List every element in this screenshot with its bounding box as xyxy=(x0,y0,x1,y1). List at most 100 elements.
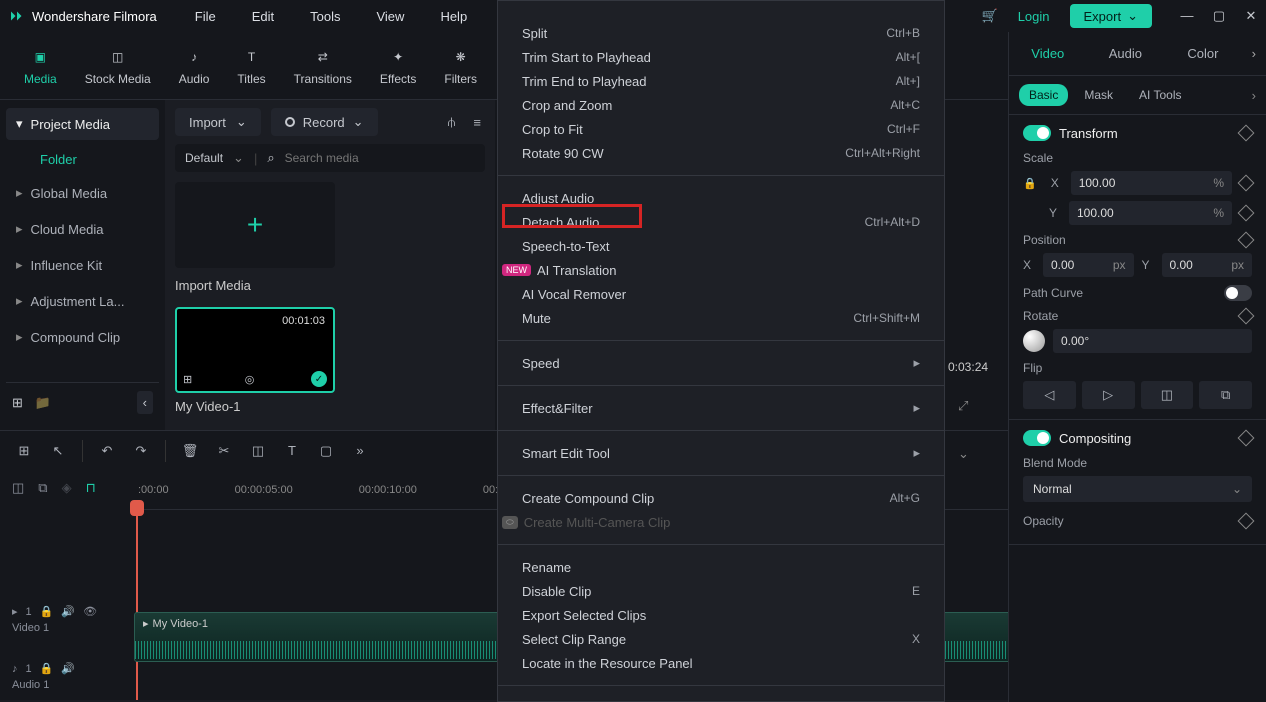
more-tools-icon[interactable]: » xyxy=(350,443,370,458)
sidebar-header[interactable]: ▾Project Media xyxy=(6,108,159,140)
rsubtab-mask[interactable]: Mask xyxy=(1074,84,1123,106)
tab-stock-media[interactable]: ◫Stock Media xyxy=(71,40,165,92)
ctx-snapping[interactable]: ✓Enable Timeline SnappingN xyxy=(498,696,944,702)
crop-icon[interactable]: ◫ xyxy=(248,443,268,459)
ctx-trim-end[interactable]: Trim End to PlayheadAlt+] xyxy=(498,69,944,93)
rotate-knob[interactable] xyxy=(1023,330,1045,352)
audio-track-row[interactable]: ♪1 🔒 🔊 xyxy=(0,648,130,679)
sidebar-item-compound-clip[interactable]: ▸Compound Clip xyxy=(6,319,159,355)
sidebar-item-cloud-media[interactable]: ▸Cloud Media xyxy=(6,211,159,247)
ctx-disable-clip[interactable]: Disable ClipE xyxy=(498,579,944,603)
path-curve-toggle[interactable] xyxy=(1224,285,1252,301)
video-track-row[interactable]: ▸1 🔒 🔊 👁 xyxy=(0,591,130,622)
tab-transitions[interactable]: ⇄Transitions xyxy=(280,40,366,92)
keyframe-icon[interactable] xyxy=(1238,232,1255,249)
menu-view[interactable]: View xyxy=(368,5,412,28)
pos-x-input[interactable]: 0.00px xyxy=(1043,253,1134,277)
pos-y-input[interactable]: 0.00px xyxy=(1162,253,1253,277)
ctx-speed[interactable]: Speed▸ xyxy=(498,351,944,375)
maximize-icon[interactable]: ▢ xyxy=(1212,8,1226,24)
ctx-crop-fit[interactable]: Crop to FitCtrl+F xyxy=(498,117,944,141)
export-button[interactable]: Export⌄ xyxy=(1070,4,1152,28)
sidebar-item-global-media[interactable]: ▸Global Media xyxy=(6,175,159,211)
link-icon[interactable]: 🔒 xyxy=(1023,177,1037,190)
menu-tools[interactable]: Tools xyxy=(302,5,348,28)
keyframe-icon[interactable] xyxy=(1238,125,1255,142)
ctx-rotate-90[interactable]: Rotate 90 CWCtrl+Alt+Right xyxy=(498,141,944,165)
rtab-color[interactable]: Color xyxy=(1164,34,1242,73)
keyframe-icon[interactable] xyxy=(1238,175,1255,192)
close-icon[interactable]: ✕ xyxy=(1244,8,1258,24)
tab-filters[interactable]: ❋Filters xyxy=(430,40,491,92)
scale-y-input[interactable]: 100.00% xyxy=(1069,201,1232,225)
ctx-mute[interactable]: MuteCtrl+Shift+M xyxy=(498,306,944,330)
ctx-crop-zoom[interactable]: Crop and ZoomAlt+C xyxy=(498,93,944,117)
chevron-down-icon[interactable]: ⌄ xyxy=(958,446,969,462)
lock-icon[interactable]: 🔒 xyxy=(40,662,54,675)
record-button[interactable]: Record⌄ xyxy=(271,108,378,136)
sidebar-item-influence-kit[interactable]: ▸Influence Kit xyxy=(6,247,159,283)
ctx-effect-filter[interactable]: Effect&Filter▸ xyxy=(498,396,944,420)
delete-icon[interactable]: 🗑 xyxy=(180,443,200,459)
sort-button[interactable]: Default xyxy=(185,151,223,165)
compositing-toggle[interactable] xyxy=(1023,430,1051,446)
media-clip[interactable]: 00:01:03 ⊞ ◎ ✓ xyxy=(175,307,335,393)
text-icon[interactable]: T xyxy=(282,443,302,458)
sidebar-item-adjustment-layer[interactable]: ▸Adjustment La... xyxy=(6,283,159,319)
sidebar-folder[interactable]: Folder xyxy=(6,140,159,175)
rotate-input[interactable]: 0.00° xyxy=(1053,329,1252,353)
volume-icon[interactable]: 🔊 xyxy=(61,605,75,618)
split-icon[interactable]: ✂ xyxy=(214,443,234,459)
ctx-adjust-audio[interactable]: Adjust Audio xyxy=(498,186,944,210)
ctx-speech-to-text[interactable]: Speech-to-Text xyxy=(498,234,944,258)
flip-h-button[interactable]: ◁ xyxy=(1023,381,1076,409)
menu-file[interactable]: File xyxy=(187,5,224,28)
ctx-select-range[interactable]: Select Clip RangeX xyxy=(498,627,944,651)
playhead[interactable] xyxy=(136,510,138,700)
keyframe-icon[interactable] xyxy=(1238,430,1255,447)
new-folder-icon[interactable]: ⊞ xyxy=(12,395,23,411)
ctx-detach-audio[interactable]: Detach AudioCtrl+Alt+D xyxy=(498,210,944,234)
import-button[interactable]: Import⌄ xyxy=(175,108,261,136)
tab-audio[interactable]: ♪Audio xyxy=(165,40,224,92)
volume-icon[interactable]: 🔊 xyxy=(61,662,75,675)
ctx-smart-edit[interactable]: Smart Edit Tool▸ xyxy=(498,441,944,465)
flip-btn-3[interactable]: ◫ xyxy=(1141,381,1194,409)
rsubtab-basic[interactable]: Basic xyxy=(1019,84,1068,106)
search-input[interactable] xyxy=(285,151,475,165)
rsubtab-ai-tools[interactable]: AI Tools xyxy=(1129,84,1191,106)
collapse-sidebar-icon[interactable]: ‹ xyxy=(137,391,153,414)
tab-titles[interactable]: TTitles xyxy=(223,40,279,92)
import-media-tile[interactable]: + xyxy=(175,182,335,268)
menu-help[interactable]: Help xyxy=(432,5,475,28)
frame-icon[interactable]: ▢ xyxy=(316,443,336,459)
blend-mode-select[interactable]: Normal⌄ xyxy=(1023,476,1252,502)
redo-icon[interactable]: ↷ xyxy=(131,443,151,459)
chevron-right-icon[interactable]: › xyxy=(1252,88,1256,103)
rtab-video[interactable]: Video xyxy=(1009,34,1087,73)
fullscreen-icon[interactable]: ⤢ xyxy=(958,398,968,414)
eye-icon[interactable]: 👁 xyxy=(83,605,97,618)
link-icon[interactable]: ⧉ xyxy=(38,480,47,496)
ctx-ai-vocal-remover[interactable]: AI Vocal Remover xyxy=(498,282,944,306)
marker-icon[interactable]: ◈ xyxy=(62,480,72,496)
folder-icon[interactable]: 📁 xyxy=(35,395,51,411)
flip-btn-4[interactable]: ⧉ xyxy=(1199,381,1252,409)
tab-effects[interactable]: ✦Effects xyxy=(366,40,430,92)
magnet-icon[interactable]: ⊓ xyxy=(86,480,96,496)
tab-media[interactable]: ▣Media xyxy=(10,40,71,92)
cart-icon[interactable]: 🛒 xyxy=(982,8,998,24)
login-button[interactable]: Login xyxy=(1008,5,1060,28)
keyframe-icon[interactable] xyxy=(1238,308,1255,325)
ctx-ai-translation[interactable]: NEWAI Translation xyxy=(498,258,944,282)
ctx-locate-resource[interactable]: Locate in the Resource Panel xyxy=(498,651,944,675)
keyframe-icon[interactable] xyxy=(1238,205,1255,222)
ctx-trim-start[interactable]: Trim Start to PlayheadAlt+[ xyxy=(498,45,944,69)
rtab-audio[interactable]: Audio xyxy=(1087,34,1165,73)
keyframe-icon[interactable] xyxy=(1238,513,1255,530)
flip-v-button[interactable]: ▷ xyxy=(1082,381,1135,409)
minimize-icon[interactable]: — xyxy=(1180,8,1194,24)
timeline-view-icon[interactable]: ◫ xyxy=(12,480,24,496)
ctx-rename[interactable]: Rename xyxy=(498,555,944,579)
transform-toggle[interactable] xyxy=(1023,125,1051,141)
